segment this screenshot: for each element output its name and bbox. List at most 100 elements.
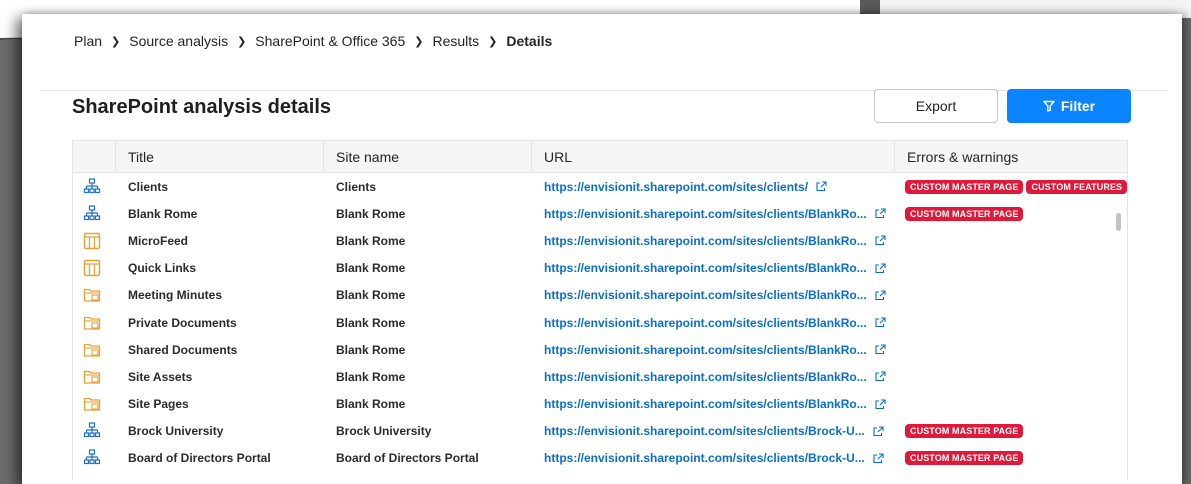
page-title: SharePoint analysis details [72, 96, 331, 118]
row-url-link[interactable]: https://envisionit.sharepoint.com/sites/… [544, 397, 867, 411]
column-header-url[interactable]: URL [532, 141, 895, 172]
breadcrumb-details: Details [506, 33, 553, 49]
row-site-name: Blank Rome [336, 397, 406, 412]
breadcrumb: Plan ❯ Source analysis ❯ SharePoint & Of… [74, 30, 552, 52]
breadcrumb-plan[interactable]: Plan [74, 33, 102, 49]
breadcrumb-separator-icon: ❯ [414, 35, 424, 48]
row-site-name: Brock University [336, 424, 432, 439]
row-url-cell: https://envisionit.sharepoint.com/sites/… [532, 261, 895, 275]
row-site-name: Blank Rome [336, 261, 406, 276]
external-link-icon[interactable] [875, 399, 886, 410]
external-link-icon[interactable] [875, 235, 886, 246]
analysis-details-panel: Plan ❯ Source analysis ❯ SharePoint & Of… [22, 14, 1182, 484]
list-icon [83, 232, 101, 250]
breadcrumb-separator-icon: ❯ [488, 35, 498, 48]
row-title: Blank Rome [128, 206, 198, 221]
library-icon [83, 289, 101, 302]
filter-icon [1043, 100, 1055, 112]
site-icon [83, 205, 101, 220]
external-link-icon[interactable] [875, 208, 886, 219]
row-url-cell: https://envisionit.sharepoint.com/sites/… [532, 316, 895, 330]
library-icon [83, 343, 101, 357]
row-url-link[interactable]: https://envisionit.sharepoint.com/sites/… [544, 234, 867, 248]
site-icon [83, 177, 101, 193]
table-row[interactable]: MicroFeed Blank Rome https://envisionit.sh… [73, 227, 1127, 254]
row-url-link[interactable]: https://envisionit.sharepoint.com/sites/… [544, 370, 867, 384]
table-row[interactable]: Blank Rome Blank Rome https://envisionit.s… [73, 200, 1127, 227]
row-title: Private Documents [128, 315, 237, 330]
error-badge: CUSTOM MASTER PAGE [905, 206, 1024, 221]
error-badge: CUSTOM MASTER PAGE [905, 179, 1024, 194]
row-url-link[interactable]: https://envisionit.sharepoint.com/sites/… [544, 261, 867, 275]
external-link-icon[interactable] [875, 317, 886, 328]
column-header-errors-warnings[interactable]: Errors & warnings [895, 141, 1127, 172]
row-type-cell [73, 205, 116, 223]
external-link-icon[interactable] [875, 263, 886, 274]
breadcrumb-sharepoint-office[interactable]: SharePoint & Office 365 [255, 33, 405, 49]
row-type-cell [73, 395, 116, 413]
row-url-cell: https://envisionit.sharepoint.com/sites/… [532, 234, 895, 248]
row-site-name: Blank Rome [336, 369, 406, 384]
error-badge: CUSTOM MASTER PAGE [905, 424, 1024, 439]
table-row[interactable]: Site Assets Blank Rome https://envisionit.… [73, 363, 1127, 390]
library-icon [83, 397, 101, 411]
row-errors-cell: CUSTOM MASTER PAGE [895, 206, 1127, 221]
column-header-site-name[interactable]: Site name [324, 141, 532, 172]
row-title: Brock University [128, 424, 224, 439]
row-errors-cell: CUSTOM MASTER PAGE CUSTOM FEATURES [895, 179, 1127, 194]
row-url-link[interactable]: https://envisionit.sharepoint.com/sites/… [544, 451, 865, 465]
row-url-link[interactable]: https://envisionit.sharepoint.com/sites/… [544, 207, 867, 221]
table-scrollbar[interactable] [1116, 213, 1121, 231]
row-url-cell: https://envisionit.sharepoint.com/sites/… [532, 424, 895, 438]
row-type-cell [73, 341, 116, 359]
external-link-icon[interactable] [875, 371, 886, 382]
external-link-icon[interactable] [875, 344, 886, 355]
list-icon [83, 259, 101, 277]
filter-button[interactable]: Filter [1007, 89, 1131, 123]
external-link-icon[interactable] [873, 453, 884, 464]
row-url-cell: https://envisionit.sharepoint.com/sites/… [532, 180, 895, 194]
row-url-link[interactable]: https://envisionit.sharepoint.com/sites/… [544, 180, 808, 194]
row-type-cell [73, 449, 116, 467]
row-url-link[interactable]: https://envisionit.sharepoint.com/sites/… [544, 343, 867, 357]
row-site-name: Blank Rome [336, 288, 406, 303]
site-icon [83, 449, 101, 465]
row-title: Clients [128, 179, 169, 194]
export-button[interactable]: Export [874, 89, 998, 123]
row-url-link[interactable]: https://envisionit.sharepoint.com/sites/… [544, 288, 867, 302]
library-icon [83, 370, 101, 384]
table-header: Title Site name URL Errors & warnings [73, 141, 1127, 173]
table-row[interactable]: Site Pages Blank Rome https://envisionit.s… [73, 391, 1127, 418]
table-row[interactable]: Quick Links Blank Rome https://envisionit.… [73, 255, 1127, 282]
export-button-label: Export [915, 98, 957, 114]
breadcrumb-results[interactable]: Results [432, 33, 479, 49]
error-badge: CUSTOM FEATURES [1026, 179, 1127, 194]
row-title: Board of Directors Portal [128, 451, 271, 466]
table-row[interactable]: Clients Clients https://envisionit.sharepo… [73, 173, 1127, 200]
row-url-link[interactable]: https://envisionit.sharepoint.com/sites/… [544, 316, 867, 330]
header-divider [40, 90, 1168, 91]
table-row[interactable]: Private Documents Blank Rome https://envis… [73, 309, 1127, 336]
row-url-cell: https://envisionit.sharepoint.com/sites/… [532, 451, 895, 465]
row-url-link[interactable]: https://envisionit.sharepoint.com/sites/… [544, 424, 865, 438]
row-site-name: Board of Directors Portal [336, 451, 479, 466]
table-row[interactable]: Meeting Minutes Blank Rome https://envisio… [73, 282, 1127, 309]
row-url-cell: https://envisionit.sharepoint.com/sites/… [532, 343, 895, 357]
row-title: Site Pages [128, 397, 189, 412]
breadcrumb-source-analysis[interactable]: Source analysis [129, 33, 228, 49]
row-url-cell: https://envisionit.sharepoint.com/sites/… [532, 370, 895, 384]
row-site-name: Blank Rome [336, 206, 406, 221]
column-header-title[interactable]: Title [116, 141, 324, 172]
row-title: Shared Documents [128, 342, 238, 357]
external-link-icon[interactable] [873, 426, 884, 437]
external-link-icon[interactable] [875, 290, 886, 301]
breadcrumb-separator-icon: ❯ [111, 35, 121, 48]
table-row[interactable]: Board of Directors Portal Board of Direct… [73, 445, 1127, 472]
table-row[interactable]: Shared Documents Blank Rome https://envisi… [73, 336, 1127, 363]
row-site-name: Clients [336, 179, 377, 194]
row-type-cell [73, 314, 116, 332]
row-site-name: Blank Rome [336, 342, 406, 357]
row-type-cell [73, 368, 116, 386]
external-link-icon[interactable] [816, 181, 827, 192]
table-row[interactable]: Brock University Brock University https://… [73, 418, 1127, 445]
